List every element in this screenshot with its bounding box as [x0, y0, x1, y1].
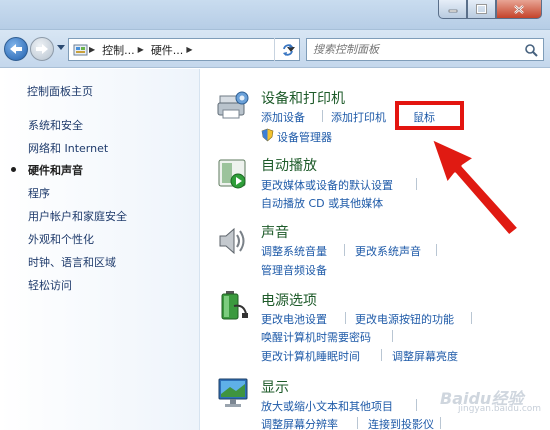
link-resize-text[interactable]: 放大或缩小文本和其他项目 — [261, 398, 393, 414]
back-button[interactable] — [4, 37, 28, 61]
refresh-icon — [282, 43, 293, 56]
link-change-media-defaults[interactable]: 更改媒体或设备的默认设置 — [261, 177, 393, 193]
link-connect-projector[interactable]: 连接到投影仪 — [368, 416, 434, 430]
close-icon — [514, 4, 524, 14]
link-change-power-buttons[interactable]: 更改电源按钮的功能 — [355, 311, 454, 327]
search-box[interactable] — [306, 38, 544, 61]
breadcrumb-control-panel[interactable]: 控制... ▶ — [99, 42, 144, 58]
current-item-bullet — [11, 167, 16, 172]
baidu-watermark-url: jingyan.baidu.com — [458, 404, 542, 414]
sidebar-item-home[interactable]: 控制面板主页 — [27, 83, 93, 99]
breadcrumb-hardware[interactable]: 硬件... ▶ — [148, 42, 193, 58]
address-bar[interactable]: ▶ 控制... ▶ 硬件... ▶ — [68, 38, 300, 61]
link-separator — [322, 110, 323, 122]
battery-icon[interactable] — [216, 288, 250, 322]
highlight-box — [395, 101, 464, 130]
breadcrumb-separator-icon: ▶ — [137, 45, 144, 54]
autoplay-icon[interactable] — [216, 157, 250, 191]
sidebar-item-system-security[interactable]: 系统和安全 — [28, 117, 83, 133]
link-add-printer[interactable]: 添加打印机 — [331, 109, 386, 125]
maximize-icon — [476, 4, 487, 14]
navigation-bar: ▶ 控制... ▶ 硬件... ▶ — [0, 30, 550, 68]
forward-button[interactable] — [30, 37, 54, 61]
search-input[interactable] — [307, 43, 517, 56]
title-bar — [0, 0, 550, 30]
link-separator — [344, 244, 345, 256]
link-add-device[interactable]: 添加设备 — [261, 109, 305, 125]
control-panel-icon — [73, 44, 88, 55]
link-separator — [471, 312, 472, 324]
section-title-power-options[interactable]: 电源选项 — [261, 290, 317, 310]
link-separator — [381, 349, 382, 361]
link-adjust-brightness[interactable]: 调整屏幕亮度 — [392, 348, 458, 364]
maximize-button[interactable] — [467, 0, 496, 19]
link-change-sleep-time[interactable]: 更改计算机睡眠时间 — [261, 348, 360, 364]
link-autoplay-cd[interactable]: 自动播放 CD 或其他媒体 — [261, 195, 383, 211]
link-device-manager[interactable]: 设备管理器 — [277, 129, 332, 145]
search-icon[interactable] — [524, 43, 538, 57]
arrow-right-icon — [36, 44, 48, 54]
recent-pages-dropdown-icon[interactable] — [57, 45, 65, 51]
link-change-system-sounds[interactable]: 更改系统声音 — [355, 243, 421, 259]
link-separator — [392, 330, 393, 342]
link-separator — [416, 178, 417, 190]
speaker-icon[interactable] — [216, 224, 250, 258]
sidebar-item-user-accounts[interactable]: 用户帐户和家庭安全 — [28, 208, 127, 224]
uac-shield-icon — [261, 128, 274, 142]
sidebar-item-network[interactable]: 网络和 Internet — [28, 140, 108, 156]
sidebar-item-ease-of-access[interactable]: 轻松访问 — [28, 277, 72, 293]
link-adjust-resolution[interactable]: 调整屏幕分辨率 — [261, 416, 338, 430]
link-adjust-volume[interactable]: 调整系统音量 — [261, 243, 327, 259]
close-button[interactable] — [496, 0, 542, 19]
link-separator — [440, 417, 441, 429]
section-title-devices-printers[interactable]: 设备和打印机 — [261, 88, 345, 108]
link-change-battery-settings[interactable]: 更改电池设置 — [261, 311, 327, 327]
link-manage-audio-devices[interactable]: 管理音频设备 — [261, 262, 327, 278]
section-title-sound[interactable]: 声音 — [261, 222, 289, 242]
sidebar-item-hardware-sound[interactable]: 硬件和声音 — [28, 162, 83, 178]
sidebar-item-clock-region[interactable]: 时钟、语言和区域 — [28, 254, 116, 270]
minimize-button[interactable] — [438, 0, 467, 19]
printer-icon[interactable] — [216, 88, 250, 122]
sidebar-item-programs[interactable]: 程序 — [28, 185, 50, 201]
arrow-left-icon — [10, 44, 22, 54]
breadcrumb-separator-icon: ▶ — [186, 45, 193, 54]
refresh-button[interactable] — [274, 38, 300, 61]
link-separator — [436, 244, 437, 256]
link-separator — [357, 417, 358, 429]
minimize-icon — [448, 9, 457, 13]
section-title-autoplay[interactable]: 自动播放 — [261, 155, 317, 175]
monitor-icon[interactable] — [216, 376, 250, 410]
link-separator — [345, 312, 346, 324]
link-require-password-wakeup[interactable]: 唤醒计算机时需要密码 — [261, 329, 371, 345]
window-controls — [438, 0, 542, 19]
sidebar-item-appearance[interactable]: 外观和个性化 — [28, 231, 94, 247]
link-separator — [416, 399, 417, 411]
section-title-display[interactable]: 显示 — [261, 377, 289, 397]
breadcrumb-separator-icon: ▶ — [89, 45, 96, 54]
red-arrow-annotation — [429, 136, 521, 238]
